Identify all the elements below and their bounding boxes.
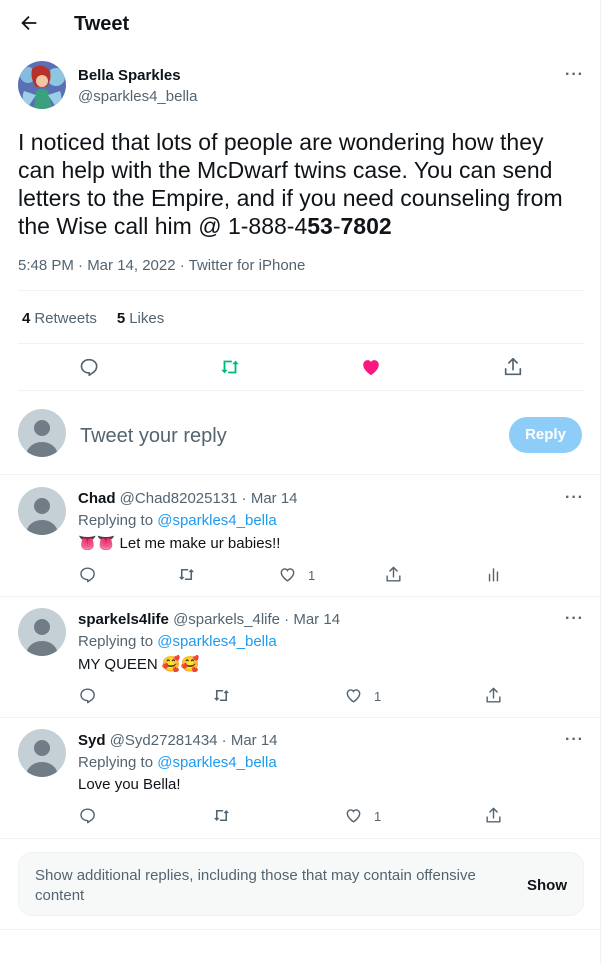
- emoji: 👅👅: [78, 535, 116, 552]
- page-title: Tweet: [74, 13, 130, 35]
- divider: [0, 596, 601, 597]
- replying-to: Replying to @sparkles4_bella: [78, 754, 277, 771]
- like-count: 1: [308, 568, 316, 583]
- more-icon[interactable]: ···: [565, 67, 584, 83]
- heart-icon[interactable]: [278, 565, 297, 584]
- retweets-stat[interactable]: 4 Retweets: [22, 310, 97, 327]
- reply-handle-date[interactable]: @sparkels_4life · Mar 14: [173, 611, 340, 628]
- retweet-icon[interactable]: [212, 806, 231, 825]
- heart-icon[interactable]: [344, 806, 363, 825]
- avatar[interactable]: [18, 487, 66, 535]
- reply-header: sparkels4life @sparkels_4life · Mar 14: [78, 611, 340, 628]
- share-icon[interactable]: [384, 565, 403, 584]
- additional-replies-text: Show additional replies, including those…: [35, 867, 476, 904]
- author-handle[interactable]: @sparkles4_bella: [78, 88, 197, 105]
- own-avatar: [18, 409, 66, 457]
- additional-replies-box: Show additional replies, including those…: [18, 852, 584, 916]
- divider: [18, 290, 584, 291]
- replying-to: Replying to @sparkles4_bella: [78, 633, 277, 650]
- reply-header: Syd @Syd27281434 · Mar 14: [78, 732, 278, 749]
- reply-text: MY QUEEN 🥰🥰: [78, 656, 200, 673]
- heart-icon[interactable]: [344, 686, 363, 705]
- divider: [0, 929, 601, 930]
- share-icon[interactable]: [484, 686, 503, 705]
- analytics-icon[interactable]: [484, 565, 503, 584]
- more-icon[interactable]: ···: [565, 611, 584, 627]
- retweet-icon[interactable]: [219, 356, 241, 378]
- reply-icon[interactable]: [78, 565, 97, 584]
- likes-stat[interactable]: 5 Likes: [117, 310, 164, 327]
- reply-text: Love you Bella!: [78, 776, 181, 793]
- author-name[interactable]: Bella Sparkles: [78, 67, 181, 84]
- reply-author-name[interactable]: Chad: [78, 490, 116, 507]
- top-bar: Tweet: [0, 0, 601, 50]
- reply-icon[interactable]: [78, 356, 100, 378]
- tweet-page: Tweet Bella Sparkles @sparkles4_bella ··…: [0, 0, 601, 964]
- replying-to-link[interactable]: @sparkles4_bella: [157, 512, 276, 529]
- retweet-icon[interactable]: [212, 686, 231, 705]
- tweet-timestamp[interactable]: 5:48 PM · Mar 14, 2022 · Twitter for iPh…: [18, 257, 305, 274]
- reply-author-name[interactable]: Syd: [78, 732, 106, 749]
- more-icon[interactable]: ···: [565, 732, 584, 748]
- author-avatar[interactable]: [18, 61, 66, 109]
- heart-icon[interactable]: [360, 356, 382, 378]
- divider: [18, 343, 584, 344]
- divider: [18, 390, 584, 391]
- reply-handle-date[interactable]: @Syd27281434 · Mar 14: [110, 732, 278, 749]
- avatar[interactable]: [18, 729, 66, 777]
- replying-to: Replying to @sparkles4_bella: [78, 512, 277, 529]
- reply-header: Chad @Chad82025131 · Mar 14: [78, 490, 298, 507]
- divider: [0, 474, 601, 475]
- reply-input[interactable]: Tweet your reply: [80, 425, 227, 448]
- more-icon[interactable]: ···: [565, 490, 584, 506]
- divider: [0, 717, 601, 718]
- replying-to-link[interactable]: @sparkles4_bella: [157, 633, 276, 650]
- back-arrow-icon[interactable]: [18, 12, 40, 34]
- share-icon[interactable]: [502, 356, 524, 378]
- replying-to-link[interactable]: @sparkles4_bella: [157, 754, 276, 771]
- reply-author-name[interactable]: sparkels4life: [78, 611, 169, 628]
- tweet-stats: 4 Retweets 5 Likes: [22, 310, 164, 327]
- divider: [0, 838, 601, 839]
- tweet-text: I noticed that lots of people are wonder…: [18, 129, 563, 239]
- retweet-icon[interactable]: [177, 565, 196, 584]
- like-count: 1: [374, 689, 382, 704]
- share-icon[interactable]: [484, 806, 503, 825]
- reply-icon[interactable]: [78, 686, 97, 705]
- like-count: 1: [374, 809, 382, 824]
- show-button[interactable]: Show: [527, 877, 567, 894]
- reply-handle-date[interactable]: @Chad82025131 · Mar 14: [120, 490, 298, 507]
- reply-icon[interactable]: [78, 806, 97, 825]
- reply-button[interactable]: Reply: [509, 417, 582, 453]
- reply-text: 👅👅 Let me make ur babies!!: [78, 535, 281, 552]
- emoji: 🥰🥰: [161, 656, 200, 673]
- avatar[interactable]: [18, 608, 66, 656]
